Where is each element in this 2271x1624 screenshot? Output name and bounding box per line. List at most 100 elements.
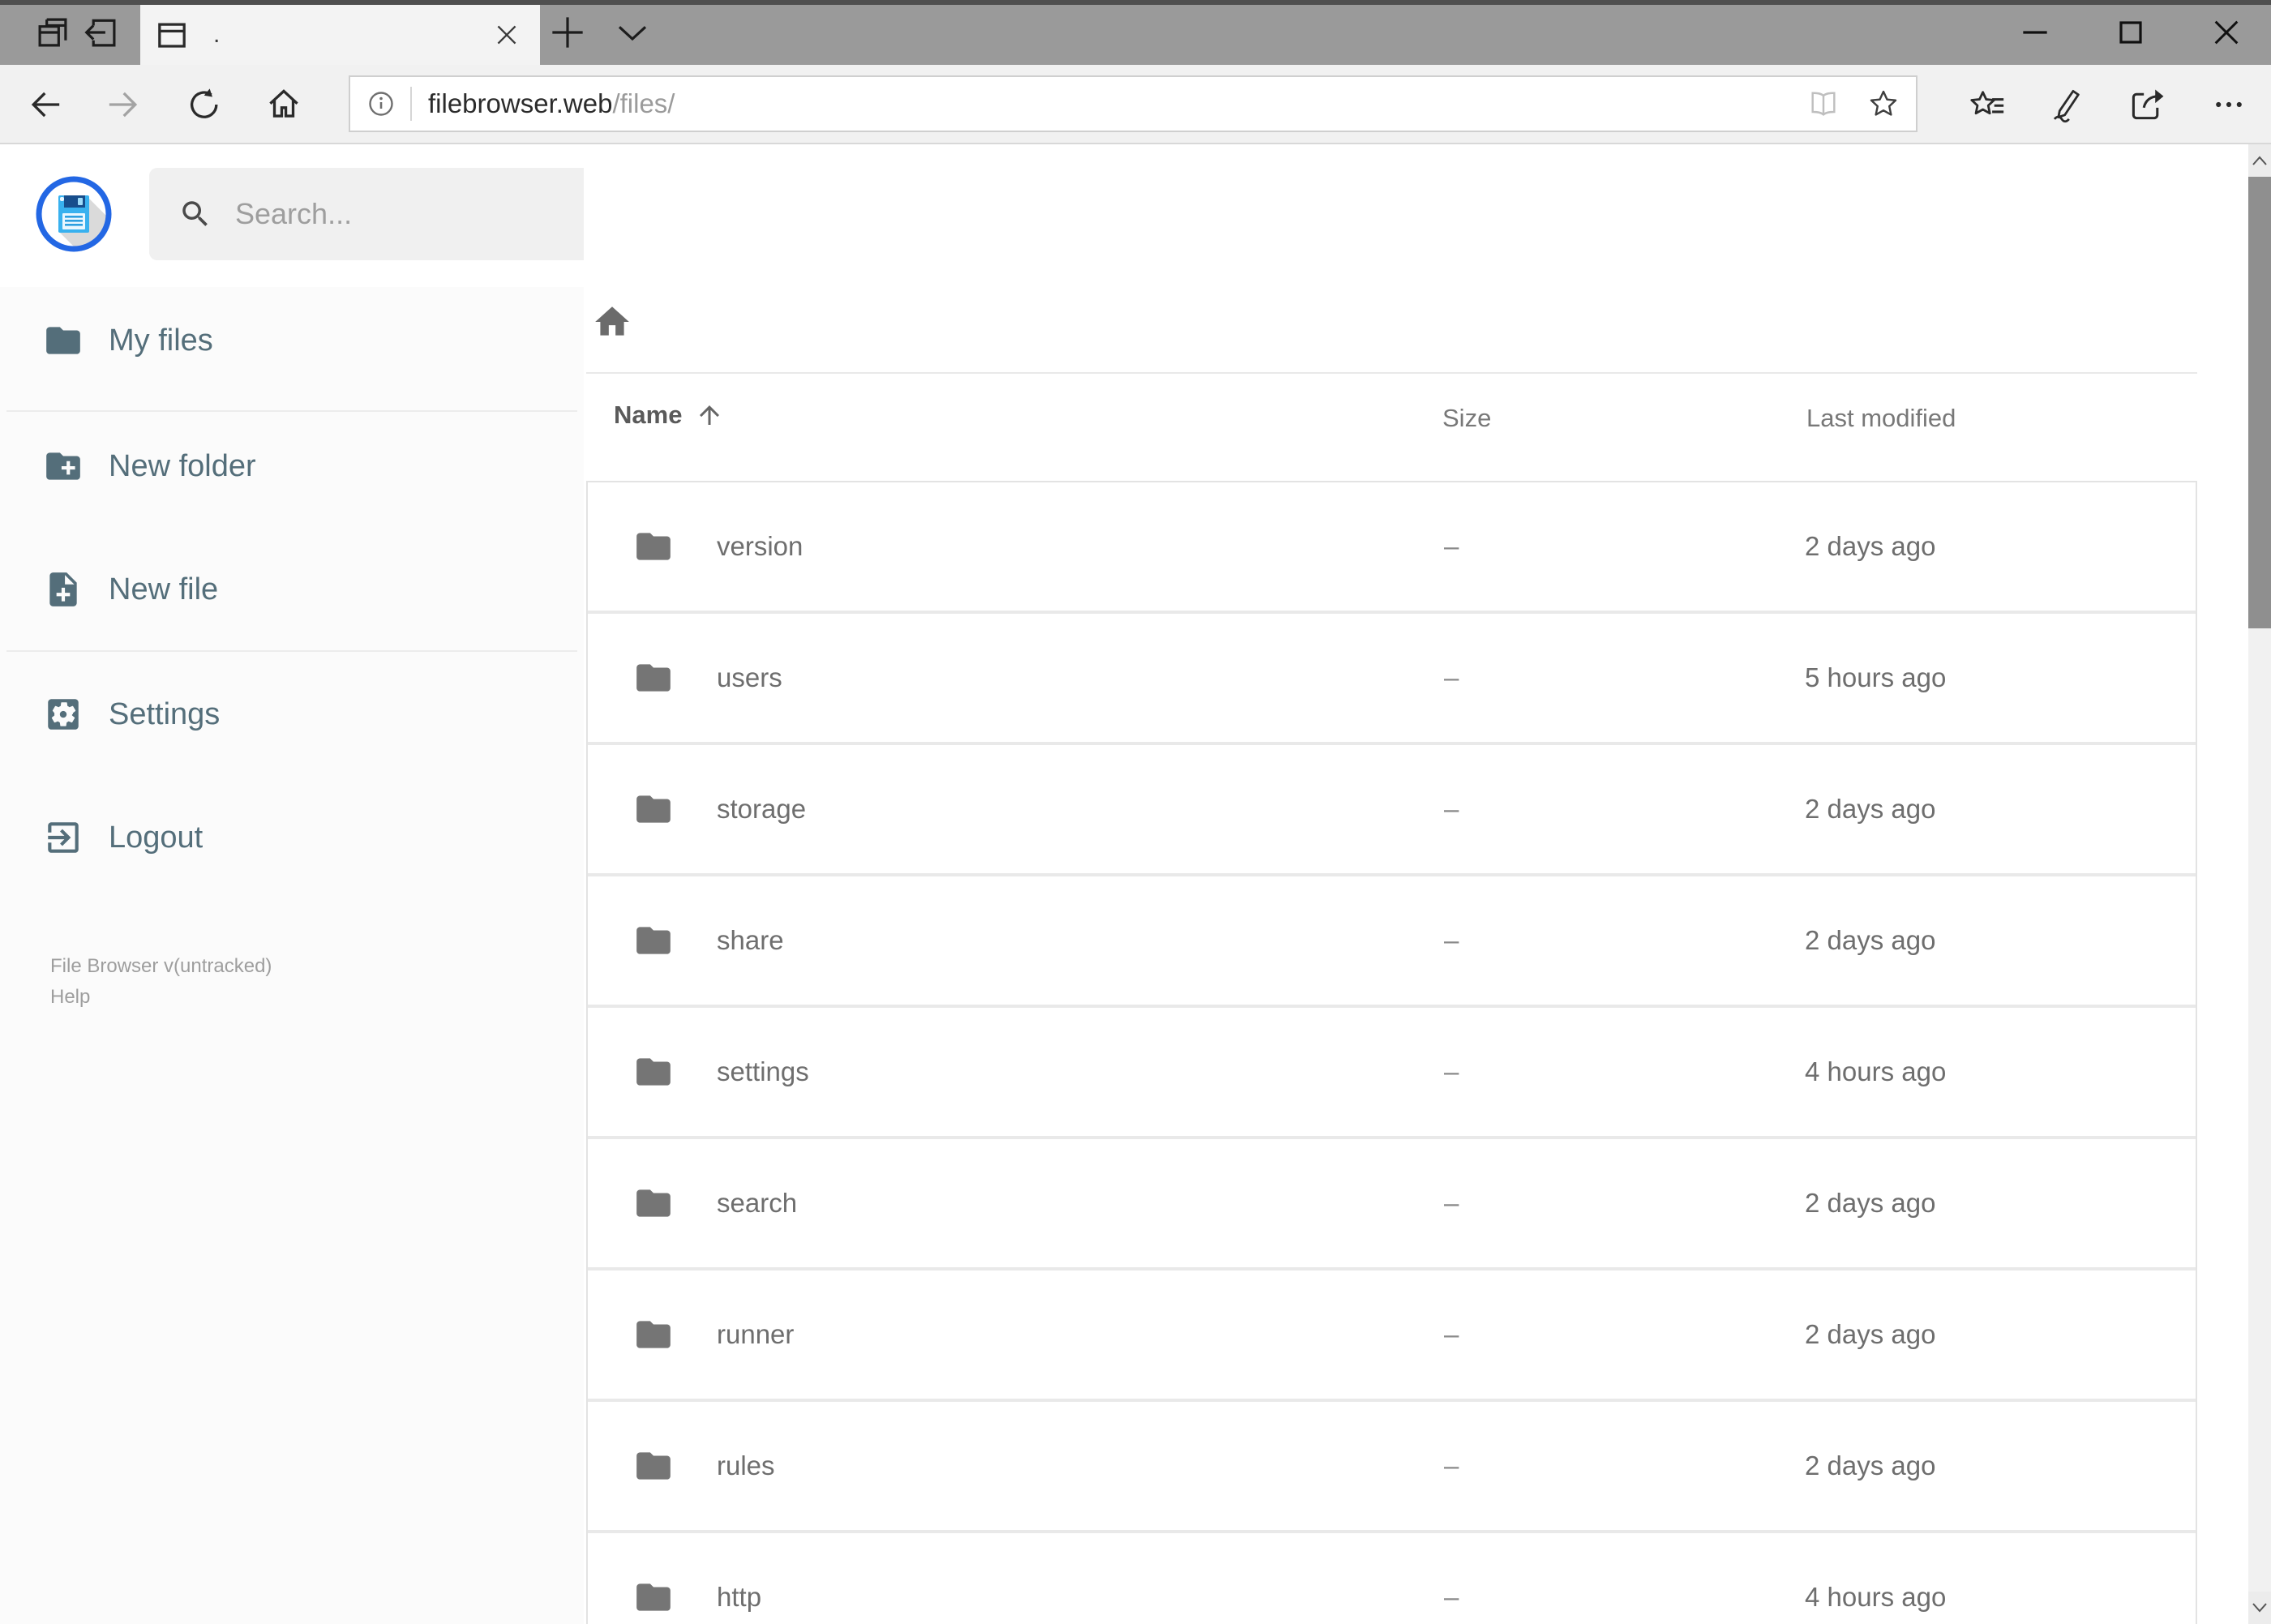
chevron-up-icon: [2252, 155, 2268, 166]
browser-window: . filebrowser.web/files/ Search... My fi…: [0, 0, 2271, 1624]
scroll-down-button[interactable]: [2248, 1592, 2271, 1624]
file-modified: 4 hours ago: [1805, 1056, 1947, 1086]
chevron-down-icon: [2252, 1602, 2268, 1613]
reading-view-icon[interactable]: [1807, 88, 1840, 120]
logout-icon: [43, 817, 84, 858]
file-row-search[interactable]: search – 2 days ago: [588, 1139, 2196, 1270]
settings-gear-icon: [43, 694, 84, 735]
file-row-rules[interactable]: rules – 2 days ago: [588, 1402, 2196, 1533]
file-listing-pane: Name Size Last modified version – 2 days…: [584, 144, 2248, 1624]
sidebar-divider: [6, 410, 577, 412]
tab-list-dropdown-icon[interactable]: [613, 13, 652, 52]
sidebar-item-my-files[interactable]: My files: [0, 306, 584, 375]
scrollbar-thumb[interactable]: [2248, 177, 2271, 628]
file-size: –: [1444, 1056, 1459, 1086]
file-size: –: [1444, 1188, 1459, 1218]
urlbar-divider: [410, 87, 412, 121]
breadcrumb-divider: [586, 372, 2197, 374]
file-name: settings: [717, 1056, 809, 1086]
file-size: –: [1444, 662, 1459, 692]
tab-title: .: [213, 21, 221, 48]
help-link[interactable]: Help: [50, 982, 272, 1013]
new-folder-icon: [43, 446, 84, 486]
sidebar-item-label: Settings: [109, 696, 221, 731]
new-tab-button[interactable]: [548, 13, 587, 52]
file-name: search: [717, 1188, 798, 1218]
sidebar-item-label: New folder: [109, 448, 256, 483]
file-modified: 5 hours ago: [1805, 662, 1947, 692]
folder-icon: [633, 1052, 674, 1092]
folder-icon: [633, 1577, 674, 1618]
sidebar-item-settings[interactable]: Settings: [0, 679, 584, 749]
sidebar-item-label: My files: [109, 323, 213, 358]
address-bar[interactable]: filebrowser.web/files/: [349, 75, 1917, 132]
file-row-settings[interactable]: settings – 4 hours ago: [588, 1008, 2196, 1139]
scroll-up-button[interactable]: [2248, 144, 2271, 177]
file-modified: 2 days ago: [1805, 1450, 1936, 1480]
url-text[interactable]: filebrowser.web/files/: [428, 88, 1807, 119]
page-favicon-icon: [155, 18, 189, 52]
tab-close-icon[interactable]: [491, 19, 522, 50]
listing-header: Name Size Last modified: [584, 401, 2197, 457]
search-icon: [178, 197, 212, 231]
file-modified: 4 hours ago: [1805, 1582, 1947, 1612]
column-header-modified[interactable]: Last modified: [1806, 404, 1956, 433]
file-row-version[interactable]: version – 2 days ago: [588, 482, 2196, 614]
set-tabs-aside-icon[interactable]: [84, 15, 119, 50]
folder-icon: [633, 1314, 674, 1355]
file-name: http: [717, 1582, 762, 1612]
file-name: runner: [717, 1319, 795, 1349]
column-header-size[interactable]: Size: [1442, 404, 1491, 433]
file-row-http[interactable]: http – 4 hours ago: [588, 1533, 2196, 1624]
web-note-pen-icon[interactable]: [2047, 86, 2085, 123]
sidebar-item-new-file[interactable]: New file: [0, 555, 584, 624]
file-name: storage: [717, 794, 807, 824]
sidebar: My files New folder New file Settings Lo…: [0, 287, 584, 1624]
folder-icon: [633, 526, 674, 567]
filebrowser-logo[interactable]: [35, 175, 113, 253]
maximize-button[interactable]: [2111, 13, 2150, 52]
sidebar-item-label: Logout: [109, 820, 204, 855]
share-icon[interactable]: [2128, 86, 2166, 123]
sidebar-item-new-folder[interactable]: New folder: [0, 431, 584, 501]
browser-tab[interactable]: .: [140, 5, 540, 65]
vertical-scrollbar[interactable]: [2248, 144, 2271, 1624]
file-name: version: [717, 531, 803, 561]
file-name: share: [717, 925, 784, 955]
tab-preview-icon[interactable]: [35, 15, 71, 50]
filebrowser-app: My files New folder New file Settings Lo…: [0, 144, 2271, 1624]
forward-button[interactable]: [106, 86, 144, 123]
close-button[interactable]: [2207, 13, 2246, 52]
file-row-runner[interactable]: runner – 2 days ago: [588, 1270, 2196, 1402]
file-modified: 2 days ago: [1805, 925, 1936, 955]
sidebar-item-logout[interactable]: Logout: [0, 803, 584, 872]
file-modified: 2 days ago: [1805, 531, 1936, 561]
browser-titlebar: .: [0, 0, 2271, 65]
file-row-users[interactable]: users – 5 hours ago: [588, 614, 2196, 745]
browser-navbar: filebrowser.web/files/: [0, 65, 2271, 144]
column-name-label: Name: [614, 401, 683, 429]
url-host: filebrowser.web: [428, 88, 613, 118]
file-size: –: [1444, 1319, 1459, 1349]
file-modified: 2 days ago: [1805, 1319, 1936, 1349]
breadcrumb-home-icon[interactable]: [592, 302, 632, 342]
add-favorite-star-icon[interactable]: [1867, 88, 1900, 120]
file-row-storage[interactable]: storage – 2 days ago: [588, 745, 2196, 876]
minimize-button[interactable]: [2016, 13, 2055, 52]
favorites-hub-icon[interactable]: [1969, 86, 2007, 123]
sidebar-footer: File Browser v(untracked) Help: [50, 951, 272, 1013]
browser-home-button[interactable]: [265, 86, 302, 123]
new-file-icon: [43, 569, 84, 610]
file-row-share[interactable]: share – 2 days ago: [588, 876, 2196, 1008]
site-info-icon[interactable]: [366, 89, 396, 118]
refresh-button[interactable]: [186, 86, 223, 123]
sort-ascending-arrow-icon: [695, 401, 724, 430]
back-button[interactable]: [25, 86, 62, 123]
window-controls: [2016, 13, 2246, 52]
file-name: users: [717, 662, 782, 692]
file-modified: 2 days ago: [1805, 1188, 1936, 1218]
column-header-name[interactable]: Name: [614, 401, 724, 430]
more-options-ellipsis-icon[interactable]: [2210, 86, 2247, 123]
folder-icon: [43, 320, 84, 361]
sidebar-item-label: New file: [109, 572, 219, 606]
